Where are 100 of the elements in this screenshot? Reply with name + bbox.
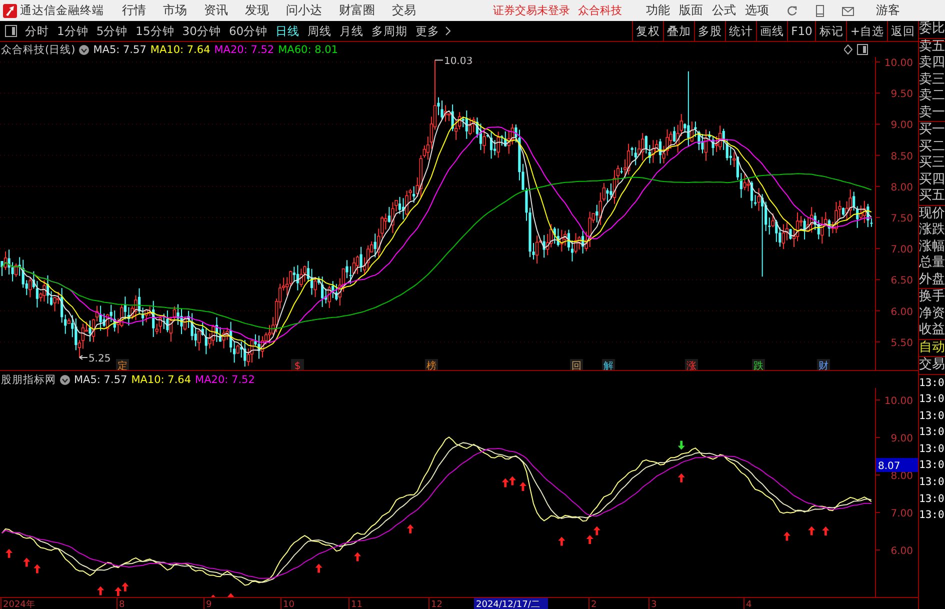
period-tab[interactable]: 多周期 <box>368 24 412 38</box>
period-tab[interactable]: 月线 <box>336 24 368 38</box>
quote-label: 收益 <box>919 322 945 338</box>
menu-item[interactable]: 公式 <box>712 2 736 19</box>
quote-label: 总量 <box>919 255 945 272</box>
indicator-title: 股朋指标网 <box>1 372 56 386</box>
quote-label: 净资 <box>919 306 945 322</box>
axis-label: 9.00 <box>890 434 913 444</box>
up-arrow-icon <box>227 593 234 597</box>
quote-label: 卖四 <box>919 55 945 72</box>
period-tab[interactable]: 分时 <box>21 24 53 38</box>
menu-item[interactable]: 版面 <box>679 2 703 19</box>
axis-label: 7.00 <box>890 244 913 256</box>
axis-label: 6.00 <box>890 306 913 318</box>
axis-label: 7.50 <box>890 214 913 224</box>
ma-value: MA5: 7.57 <box>93 44 146 56</box>
ma-value: MA20: 7.52 <box>195 374 255 386</box>
up-arrow-icon <box>406 524 414 534</box>
axis-label: 10.00 <box>884 58 913 69</box>
axis-label: 9 <box>206 600 212 609</box>
event-marker: 回 <box>570 359 583 370</box>
menu-item[interactable]: 问小达 <box>286 2 322 19</box>
period-tab[interactable]: 更多 <box>412 24 444 38</box>
menu-item[interactable]: 选项 <box>745 2 769 19</box>
quote-label: 现价 <box>919 206 945 222</box>
quote-label: 卖二 <box>919 88 945 104</box>
axis-label: 7.00 <box>890 508 913 520</box>
axis-label: 2 <box>591 600 597 609</box>
ma-value: MA60: 8.01 <box>278 44 338 56</box>
menu-item[interactable]: 资讯 <box>204 2 228 19</box>
period-tab[interactable]: 15分钟 <box>132 24 178 38</box>
period-tab[interactable]: 30分钟 <box>178 24 225 38</box>
chart-title: 众合科技(日线) <box>1 42 76 56</box>
high-price-label: 10.03 <box>434 57 473 68</box>
ma-value: MA10: 7.64 <box>131 374 192 386</box>
event-marker: 解 <box>602 359 615 370</box>
quote-label: 买一 <box>919 122 945 138</box>
menu-item[interactable]: 财富圈 <box>339 2 375 19</box>
axis-label: 3 <box>651 600 657 609</box>
app-logo-icon <box>3 4 17 18</box>
trade-time: 13:0 <box>919 392 945 408</box>
trade-time: 13:0 <box>919 458 945 474</box>
quote-label: 卖五 <box>919 38 945 55</box>
axis-label: 8.00 <box>890 471 913 482</box>
quote-label: 买四 <box>919 172 945 188</box>
menu-item[interactable]: 功能 <box>646 2 670 19</box>
down-arrow-icon <box>678 440 685 450</box>
axis-label: 10.00 <box>884 396 913 407</box>
period-tab[interactable]: 周线 <box>304 24 336 38</box>
quote-label: 买五 <box>919 188 945 204</box>
axis-label: 5.50 <box>890 338 913 349</box>
panel-toggle-icon[interactable] <box>5 25 17 37</box>
user-label[interactable]: 游客 <box>876 2 900 19</box>
axis-label: 8 <box>119 600 125 609</box>
auto-trade-label[interactable]: 自动 <box>919 340 945 357</box>
ma-value: MA10: 7.64 <box>150 44 210 56</box>
event-marker: 财 <box>817 359 830 370</box>
chart-tools-icon[interactable] <box>844 44 868 55</box>
stock-link[interactable]: 众合科技 <box>578 3 622 18</box>
ma-value: MA5: 7.57 <box>74 374 128 386</box>
up-arrow-icon <box>210 594 217 597</box>
quote-label: 委比 <box>919 21 945 38</box>
trade-time: 13:0 <box>919 475 945 490</box>
axis-label: 8.00 <box>890 182 913 194</box>
up-arrow-icon <box>97 586 104 596</box>
up-arrow-icon <box>678 473 685 482</box>
quote-label: 外盘 <box>919 272 945 288</box>
up-arrow-icon <box>783 532 790 541</box>
quote-label: 涨幅 <box>919 238 945 255</box>
low-price-label: 5.25 <box>78 353 111 364</box>
login-notice[interactable]: 证券交易未登录 <box>493 3 570 18</box>
axis-label: 10 <box>283 600 294 609</box>
chevron-right-icon[interactable] <box>444 26 451 36</box>
event-marker: 跌 <box>752 359 765 370</box>
trade-time: 13:0 <box>919 408 945 424</box>
menu-item[interactable]: 行情 <box>122 2 146 19</box>
trade-time: 13:0 <box>919 508 945 524</box>
phone-icon[interactable] <box>813 4 827 18</box>
period-tab[interactable]: 60分钟 <box>224 24 272 38</box>
quote-label: 卖一 <box>919 104 945 121</box>
menu-item[interactable]: 交易 <box>392 2 416 19</box>
axis-label: 9.50 <box>890 89 913 100</box>
menu-item[interactable]: 市场 <box>163 2 187 19</box>
event-marker: 榜 <box>425 359 438 370</box>
trade-label[interactable]: 交易 <box>919 357 945 374</box>
current-value-label: 8.07 <box>876 458 918 472</box>
trade-time: 13:0 <box>919 442 945 457</box>
menu-item[interactable]: 发现 <box>245 2 269 19</box>
period-tab[interactable]: 5分钟 <box>92 24 132 38</box>
refresh-icon[interactable] <box>785 4 799 18</box>
quote-label: 换手 <box>919 289 945 306</box>
event-marker: 涨 <box>685 359 698 370</box>
cursor-date-label: 2024/12/17/二 <box>474 598 548 609</box>
axis-label: 6.00 <box>890 546 913 557</box>
trade-time: 13:0 <box>919 425 945 440</box>
period-tab[interactable]: 1分钟 <box>53 24 92 38</box>
app-title: 通达信金融终端 <box>20 3 104 18</box>
period-tab[interactable]: 日线 <box>272 24 304 38</box>
quote-label: 卖三 <box>919 72 945 88</box>
trade-time: 13:0 <box>919 376 945 390</box>
